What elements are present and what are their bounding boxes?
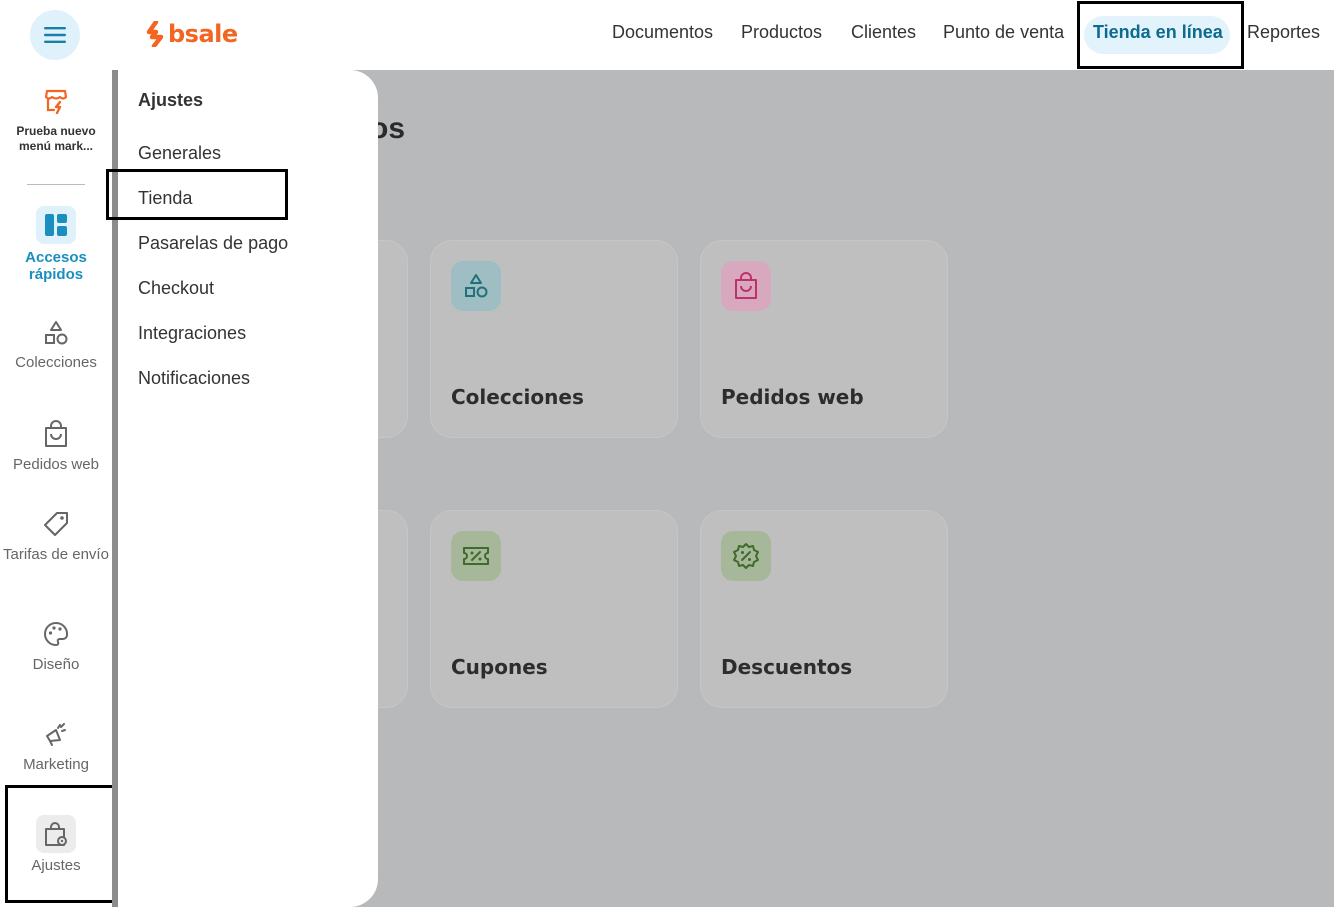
menu-item-pasarelas-de-pago[interactable]: Pasarelas de pago <box>138 233 288 254</box>
menu-item-tienda[interactable]: Tienda <box>138 188 192 209</box>
card-icon-wrap <box>721 531 771 581</box>
sidebar-label-ajustes: Ajustes <box>31 857 81 874</box>
shopping-bag-icon <box>735 272 757 299</box>
sidebar-item-ajustes[interactable]: Ajustes <box>0 815 112 874</box>
menu-item-checkout[interactable]: Checkout <box>138 278 214 299</box>
sidebar-item-promo[interactable]: Prueba nuevo menú mark... <box>0 88 112 154</box>
card-colecciones[interactable]: Colecciones <box>430 240 678 438</box>
nav-productos[interactable]: Productos <box>741 22 822 43</box>
bag-settings-icon <box>45 822 67 846</box>
discount-badge-icon <box>733 543 759 569</box>
sidebar-item-diseno[interactable]: Diseño <box>0 620 112 673</box>
sidebar-divider <box>27 184 85 185</box>
dashboard-icon <box>45 214 67 236</box>
card-title: Cupones <box>451 655 548 679</box>
top-bar: bsale Documentos Productos Clientes Punt… <box>0 0 1334 70</box>
sidebar-item-marketing[interactable]: Marketing <box>0 720 112 773</box>
coupon-icon <box>463 547 489 565</box>
card-icon-wrap <box>451 531 501 581</box>
sidebar-item-pedidos-web[interactable]: Pedidos web <box>0 420 112 473</box>
menu-item-notificaciones[interactable]: Notificaciones <box>138 368 250 389</box>
sidebar-label-tarifas-de-envio: Tarifas de envío <box>3 546 109 563</box>
sidebar-label-colecciones: Colecciones <box>15 354 97 371</box>
card-title: Pedidos web <box>721 385 864 409</box>
shapes-icon <box>465 274 488 298</box>
bsale-logo-icon <box>146 21 164 47</box>
tag-icon <box>44 512 68 536</box>
store-icon <box>44 89 68 115</box>
nav-punto-de-venta[interactable]: Punto de venta <box>943 22 1064 43</box>
nav-reportes[interactable]: Reportes <box>1247 22 1320 43</box>
card-descuentos[interactable]: Descuentos <box>700 510 948 708</box>
hamburger-icon <box>44 27 66 43</box>
settings-flyout-panel: Ajustes Generales Tienda Pasarelas de pa… <box>118 70 378 907</box>
logo-text: bsale <box>168 20 238 48</box>
sidebar-label-marketing: Marketing <box>23 756 89 773</box>
bsale-logo[interactable]: bsale <box>146 20 238 48</box>
card-icon-wrap <box>451 261 501 311</box>
nav-documentos[interactable]: Documentos <box>612 22 713 43</box>
card-cupones[interactable]: Cupones <box>430 510 678 708</box>
sidebar-item-colecciones[interactable]: Colecciones <box>0 320 112 371</box>
sidebar-label-pedidos-web: Pedidos web <box>13 456 99 473</box>
nav-clientes[interactable]: Clientes <box>851 22 916 43</box>
palette-icon <box>44 621 69 647</box>
card-title: Colecciones <box>451 385 584 409</box>
megaphone-icon <box>46 723 66 746</box>
shapes-icon <box>45 321 68 345</box>
card-icon-wrap <box>721 261 771 311</box>
sidebar-label-diseno: Diseño <box>32 656 80 673</box>
card-title: Descuentos <box>721 655 853 679</box>
shopping-bag-icon <box>45 420 67 447</box>
card-pedidos-web[interactable]: Pedidos web <box>700 240 948 438</box>
nav-tienda-en-linea[interactable]: Tienda en línea <box>1093 22 1223 43</box>
sidebar: Prueba nuevo menú mark... Accesos rápido… <box>0 70 112 907</box>
sidebar-item-accesos-rapidos[interactable]: Accesos rápidos <box>0 206 112 283</box>
panel-title: Ajustes <box>138 90 204 110</box>
sidebar-item-tarifas-de-envio[interactable]: Tarifas de envío <box>0 510 112 563</box>
menu-item-integraciones[interactable]: Integraciones <box>138 323 246 344</box>
hamburger-menu-button[interactable] <box>30 10 80 60</box>
sidebar-label-accesos-rapidos: Accesos rápidos <box>25 249 87 283</box>
menu-item-generales[interactable]: Generales <box>138 143 221 164</box>
promo-label: Prueba nuevo menú mark... <box>16 124 96 153</box>
